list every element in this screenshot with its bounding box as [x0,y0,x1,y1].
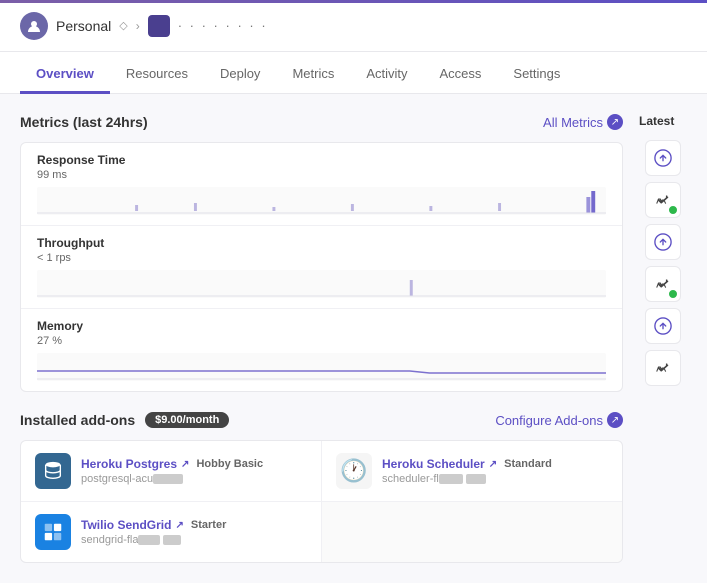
scheduler-icon: 🕐 [336,453,372,489]
deploy-up-btn-2[interactable] [645,224,681,260]
addon-row-1: Heroku Postgres ↗ Hobby Basic postgresql… [21,441,622,502]
throughput-label: Throughput [37,236,606,250]
breadcrumb-arrow: › [136,19,140,33]
tab-deploy[interactable]: Deploy [204,56,276,94]
nav-tabs: Overview Resources Deploy Metrics Activi… [0,52,707,94]
memory-row: Memory 27 % [21,309,622,391]
deploy-up-btn-1[interactable] [645,140,681,176]
memory-label: Memory [37,319,606,333]
tab-activity[interactable]: Activity [350,56,423,94]
scheduler-info: Heroku Scheduler ↗ Standard scheduler-fl [382,457,608,485]
throughput-value: < 1 rps [37,252,606,264]
sendgrid-plan: Starter [188,519,227,531]
postgres-info: Heroku Postgres ↗ Hobby Basic postgresql… [81,457,307,485]
price-badge: $9.00/month [145,412,229,428]
tab-metrics[interactable]: Metrics [276,56,350,94]
throughput-chart [37,270,606,298]
postgres-ext-icon: ↗ [181,459,189,470]
sendgrid-name[interactable]: Twilio SendGrid ↗ Starter [81,518,307,532]
main-content: Metrics (last 24hrs) All Metrics ↗ Respo… [0,94,707,583]
memory-value: 27 % [37,335,606,347]
org-avatar [20,12,48,40]
external-link-icon: ↗ [607,114,623,130]
sendgrid-info: Twilio SendGrid ↗ Starter sendgrid-fla [81,518,307,546]
response-time-row: Response Time 99 ms [21,143,622,226]
sendgrid-id: sendgrid-fla [81,534,307,546]
addons-title: Installed add-ons $9.00/month [20,412,229,428]
build-warn-btn[interactable] [645,350,681,386]
addons-card: Heroku Postgres ↗ Hobby Basic postgresql… [20,440,623,563]
configure-addons-link[interactable]: Configure Add-ons ↗ [495,412,623,428]
build-ok-btn-1[interactable] [645,182,681,218]
app-icon [148,15,170,37]
addon-row-2: Twilio SendGrid ↗ Starter sendgrid-fla [21,502,622,562]
org-name[interactable]: Personal [56,18,111,34]
right-panel: Latest [639,114,687,563]
metrics-card: Response Time 99 ms [20,142,623,392]
postgres-id: postgresql-acu [81,473,307,485]
scheduler-id: scheduler-fl [382,473,608,485]
scheduler-plan: Standard [501,458,552,470]
response-time-value: 99 ms [37,169,606,181]
postgres-icon [35,453,71,489]
scheduler-name[interactable]: Heroku Scheduler ↗ Standard [382,457,608,471]
metrics-header: Metrics (last 24hrs) All Metrics ↗ [20,114,623,130]
postgres-name[interactable]: Heroku Postgres ↗ Hobby Basic [81,457,307,471]
tab-access[interactable]: Access [424,56,498,94]
addon-scheduler: 🕐 Heroku Scheduler ↗ Standard scheduler-… [322,441,622,501]
latest-title: Latest [639,114,674,128]
postgres-plan: Hobby Basic [193,458,263,470]
addon-empty [322,502,622,562]
tab-settings[interactable]: Settings [497,56,576,94]
tab-overview[interactable]: Overview [20,56,110,94]
addons-header: Installed add-ons $9.00/month Configure … [20,412,623,428]
deploy-up-btn-3[interactable] [645,308,681,344]
build-ok-btn-2[interactable] [645,266,681,302]
response-time-chart [37,187,606,215]
left-panel: Metrics (last 24hrs) All Metrics ↗ Respo… [20,114,623,563]
scheduler-ext-icon: ↗ [489,459,497,470]
all-metrics-link[interactable]: All Metrics ↗ [543,114,623,130]
tab-resources[interactable]: Resources [110,56,204,94]
addon-sendgrid: Twilio SendGrid ↗ Starter sendgrid-fla [21,502,322,562]
build-ok-badge-2 [668,289,678,299]
addon-postgres: Heroku Postgres ↗ Hobby Basic postgresql… [21,441,322,501]
configure-link-icon: ↗ [607,412,623,428]
build-ok-badge-1 [668,205,678,215]
sendgrid-icon [35,514,71,550]
response-time-label: Response Time [37,153,606,167]
app-name: · · · · · · · · [178,18,268,33]
sendgrid-ext-icon: ↗ [175,520,183,531]
org-chevron-icon[interactable]: ◇ [119,19,127,32]
memory-chart [37,353,606,381]
throughput-row: Throughput < 1 rps [21,226,622,309]
metrics-title: Metrics (last 24hrs) [20,114,148,130]
top-bar: Personal ◇ › · · · · · · · · [0,0,707,52]
